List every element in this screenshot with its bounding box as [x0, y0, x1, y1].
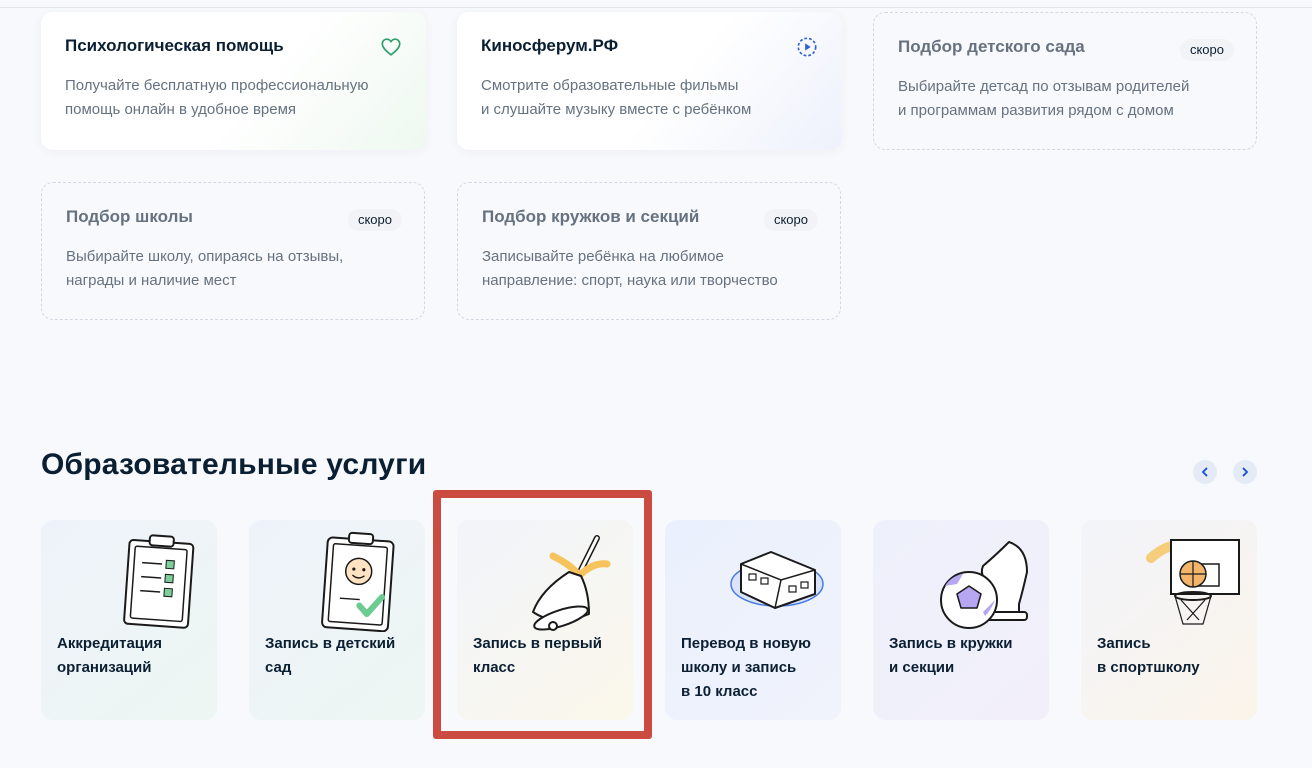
- service-label: Аккредитация организаций: [57, 635, 162, 676]
- heart-icon: [381, 38, 401, 56]
- card-description: Записывайте ребёнка на любимое направлен…: [482, 248, 778, 289]
- ball-chess-icon: [940, 541, 1028, 629]
- service-kindergarten-enrollment[interactable]: Запись в детский сад: [249, 520, 425, 720]
- card-description: Смотрите образовательные фильмы и слушай…: [481, 77, 752, 118]
- clipboard-checklist-icon: [123, 534, 195, 629]
- section-title: Образовательные услуги: [41, 448, 427, 481]
- chevron-left-icon: [1202, 467, 1208, 477]
- card-description: Выбирайте школу, опираясь на отзывы, наг…: [66, 248, 344, 289]
- soon-badge: скоро: [1179, 39, 1234, 61]
- service-label: Запись в кружки и секции: [889, 635, 1013, 676]
- soon-badge: скоро: [347, 209, 402, 231]
- soon-badge: скоро: [763, 209, 818, 231]
- service-label: Запись в детский сад: [265, 635, 396, 676]
- carousel-prev-button[interactable]: [1193, 460, 1217, 484]
- selection-highlight-frame: [433, 490, 652, 739]
- basketball-hoop-icon: [1146, 539, 1240, 625]
- card-psychological-help[interactable]: Психологическая помощь Получайте бесплат…: [41, 12, 426, 150]
- service-label: Перевод в новую школу и запись в 10 клас…: [681, 635, 811, 700]
- clipboard-child-icon: [321, 531, 395, 632]
- service-school-transfer[interactable]: Перевод в новую школу и запись в 10 клас…: [665, 520, 841, 720]
- card-description: Выбирайте детсад по отзывам родителей и …: [898, 78, 1190, 119]
- card-school-selection[interactable]: Подбор школы скоро Выбирайте школу, опир…: [41, 182, 425, 320]
- card-title: Психологическая помощь: [65, 36, 284, 55]
- service-clubs-enrollment[interactable]: Запись в кружки и секции: [873, 520, 1049, 720]
- carousel-next-button[interactable]: [1233, 460, 1257, 484]
- top-divider: [0, 7, 1312, 8]
- play-icon: [797, 37, 817, 57]
- card-description: Получайте бесплатную профессиональную по…: [65, 77, 369, 118]
- card-kindergarten-selection[interactable]: Подбор детского сада скоро Выбирайте дет…: [873, 12, 1257, 150]
- school-building-icon: [730, 551, 824, 609]
- service-label: Запись в спортшколу: [1097, 635, 1200, 676]
- chevron-right-icon: [1242, 467, 1248, 477]
- service-sports-school[interactable]: Запись в спортшколу: [1081, 520, 1257, 720]
- card-kinosferum[interactable]: Киносферум.РФ Смотрите образовательные ф…: [457, 12, 842, 150]
- card-clubs-selection[interactable]: Подбор кружков и секций скоро Записывайт…: [457, 182, 841, 320]
- service-accreditation[interactable]: Аккредитация организаций: [41, 520, 217, 720]
- card-title: Киносферум.РФ: [481, 36, 619, 55]
